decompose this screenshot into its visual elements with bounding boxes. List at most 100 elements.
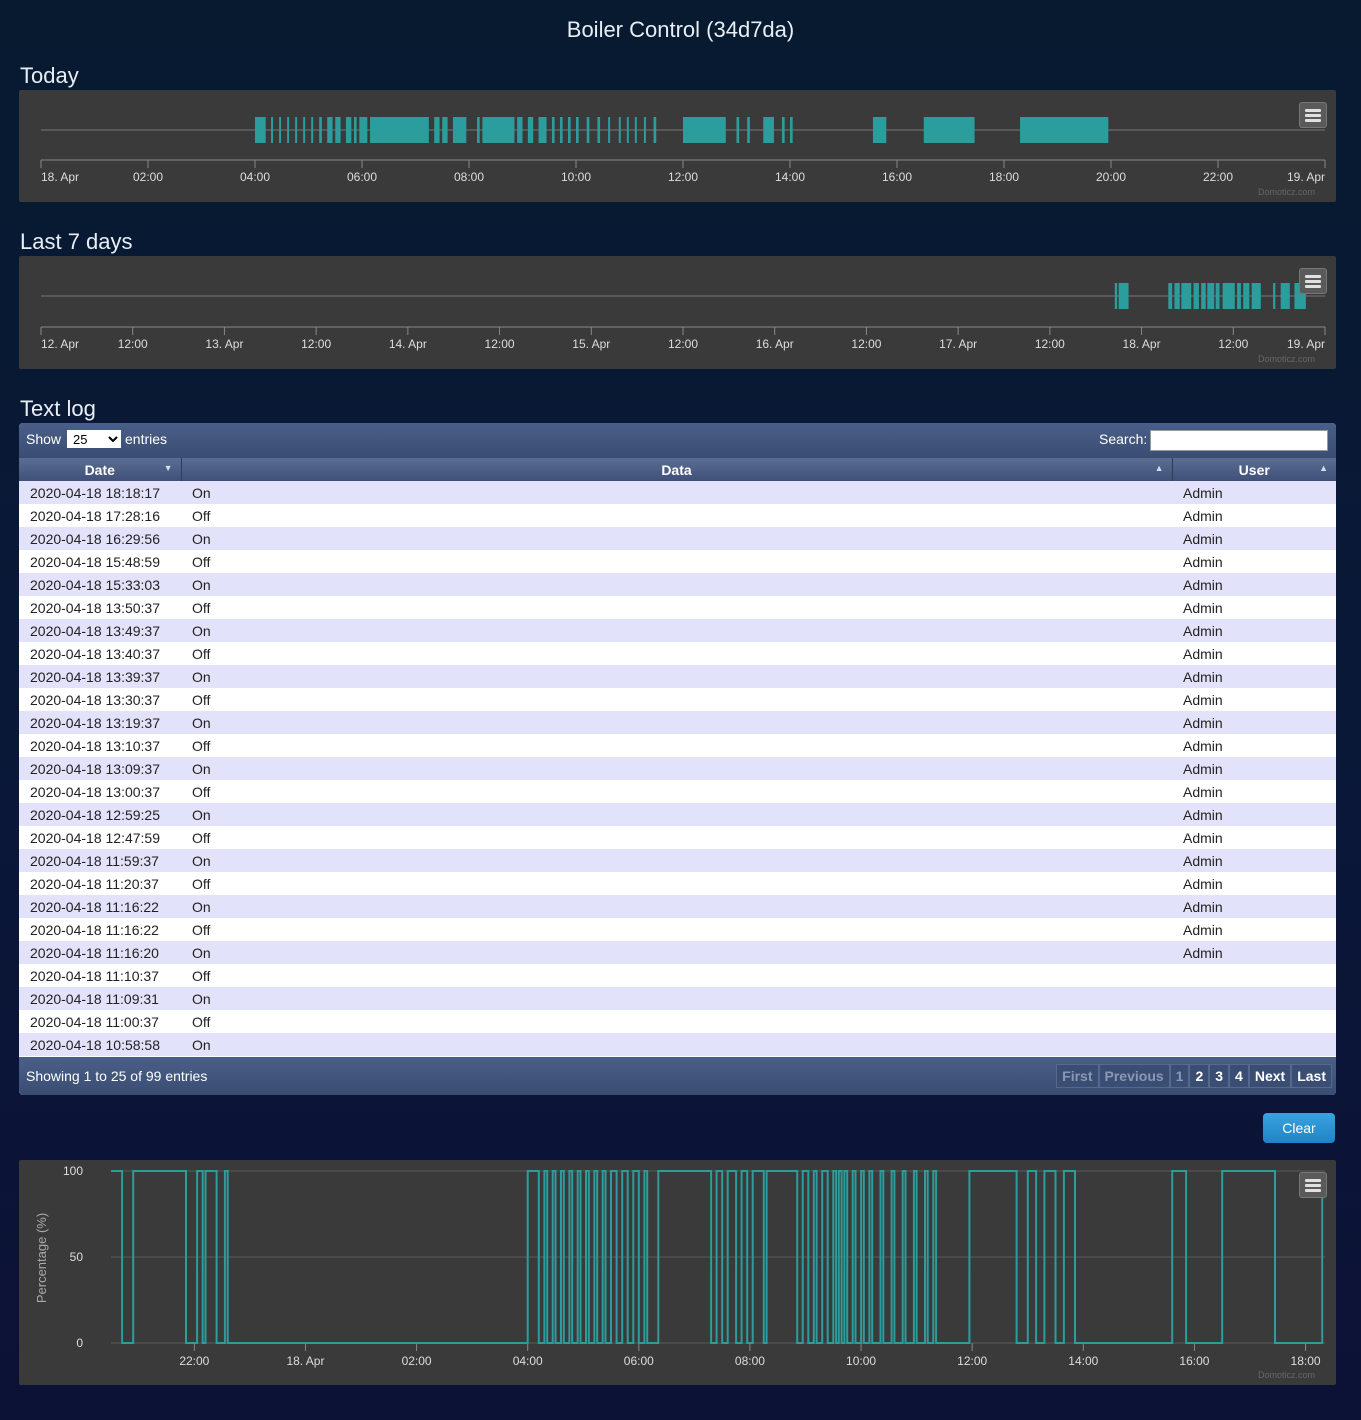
today-chart-menu-button[interactable] xyxy=(1299,102,1327,128)
cell-user: Admin xyxy=(1172,849,1336,872)
cell-date: 2020-04-18 11:16:20 xyxy=(19,941,181,964)
column-header-user[interactable]: User ▲ xyxy=(1172,458,1336,481)
hamburger-menu-icon xyxy=(1305,275,1321,278)
x-tick-label: 18. Apr xyxy=(286,1354,324,1368)
table-row: 2020-04-18 13:39:37 On Admin xyxy=(19,665,1336,688)
pager-page-4[interactable]: 4 xyxy=(1229,1064,1249,1088)
hamburger-menu-icon xyxy=(1305,280,1321,283)
entries-label: entries xyxy=(125,431,168,447)
timeline-on-bar xyxy=(1114,283,1118,309)
triangle-up-icon: ▲ xyxy=(1154,463,1164,473)
page-size-select[interactable]: 25 xyxy=(67,430,121,448)
chart-credit: Domoticz.com xyxy=(1258,187,1316,197)
x-tick-label: 06:00 xyxy=(347,170,377,184)
x-tick-label: 12:00 xyxy=(485,337,515,351)
cell-data: Off xyxy=(181,780,1172,803)
y-tick-label: 50 xyxy=(70,1250,84,1264)
cell-data: On xyxy=(181,987,1172,1010)
today-chart: 18. Apr 02:00 04:00 06:00 08:00 10:00 12:00 14:… xyxy=(19,90,1336,202)
timeline-on-bar xyxy=(618,117,621,143)
chart-credit: Domoticz.com xyxy=(1258,354,1316,364)
percentage-chart-menu-button[interactable] xyxy=(1299,1172,1327,1198)
x-tick-label: 04:00 xyxy=(513,1354,543,1368)
cell-date: 2020-04-18 11:20:37 xyxy=(19,872,181,895)
x-tick-label: 02:00 xyxy=(402,1354,432,1368)
timeline-on-bar xyxy=(586,117,590,143)
clear-button[interactable]: Clear xyxy=(1263,1113,1335,1143)
cell-date: 2020-04-18 13:49:37 xyxy=(19,619,181,642)
x-tick-label: 04:00 xyxy=(240,170,270,184)
timeline-on-bar xyxy=(1201,283,1206,309)
x-tick-label: 19. Apr xyxy=(1287,170,1325,184)
hamburger-menu-icon xyxy=(1305,1184,1321,1187)
last7-chart-menu-button[interactable] xyxy=(1299,268,1327,294)
table-row: 2020-04-18 16:29:56 On Admin xyxy=(19,527,1336,550)
cell-date: 2020-04-18 13:40:37 xyxy=(19,642,181,665)
pager-next-button[interactable]: Next xyxy=(1248,1064,1292,1088)
pager-first-button[interactable]: First xyxy=(1056,1064,1099,1088)
cell-data: On xyxy=(181,1033,1172,1056)
y-tick-label: 0 xyxy=(76,1336,83,1350)
cell-user: Admin xyxy=(1172,527,1336,550)
pager-page-1[interactable]: 1 xyxy=(1169,1064,1190,1088)
table-body: 2020-04-18 18:18:17 On Admin 2020-04-18 17:… xyxy=(19,481,1336,1056)
timeline-on-bar xyxy=(1251,283,1261,309)
cell-user: Admin xyxy=(1172,481,1336,504)
cell-data: Off xyxy=(181,596,1172,619)
timeline-on-bar xyxy=(1193,283,1199,309)
cell-data: On xyxy=(181,481,1172,504)
x-tick-label: 12:00 xyxy=(957,1354,987,1368)
pager-previous-button[interactable]: Previous xyxy=(1098,1064,1170,1088)
chart-credit: Domoticz.com xyxy=(1258,1370,1316,1380)
x-tick-label: 18:00 xyxy=(1291,1354,1321,1368)
cell-date: 2020-04-18 10:58:58 xyxy=(19,1033,181,1056)
cell-data: Off xyxy=(181,734,1172,757)
timeline-on-bar xyxy=(370,117,429,143)
cell-user: Admin xyxy=(1172,665,1336,688)
x-tick-label: 19. Apr xyxy=(1287,337,1325,351)
cell-date: 2020-04-18 11:16:22 xyxy=(19,895,181,918)
timeline-on-bar xyxy=(311,117,314,143)
pager-page-3[interactable]: 3 xyxy=(1209,1064,1230,1088)
timeline-on-bar xyxy=(872,117,887,143)
column-header-date[interactable]: Date ▼ xyxy=(19,458,182,481)
x-tick-label: 14. Apr xyxy=(389,337,427,351)
show-label: Show xyxy=(26,431,62,447)
hamburger-menu-icon xyxy=(1305,1189,1321,1192)
timeline-on-bar xyxy=(1237,283,1241,309)
timeline-on-bar xyxy=(634,117,637,143)
table-row: 2020-04-18 15:33:03 On Admin xyxy=(19,573,1336,596)
search-input[interactable] xyxy=(1150,430,1328,451)
cell-data: On xyxy=(181,895,1172,918)
section-last7-heading: Last 7 days xyxy=(20,229,133,254)
hamburger-menu-icon xyxy=(1305,109,1321,112)
table-row: 2020-04-18 12:47:59 Off Admin xyxy=(19,826,1336,849)
timeline-on-bar xyxy=(763,117,774,143)
x-tick-label: 08:00 xyxy=(735,1354,765,1368)
pager-last-button[interactable]: Last xyxy=(1291,1064,1332,1088)
table-row: 2020-04-18 11:16:22 Off Admin xyxy=(19,918,1336,941)
pager-page-2[interactable]: 2 xyxy=(1189,1064,1210,1088)
table-row: 2020-04-18 13:00:37 Off Admin xyxy=(19,780,1336,803)
table-row: 2020-04-18 11:10:37 Off xyxy=(19,964,1336,987)
column-header-data[interactable]: Data ▲ xyxy=(181,458,1173,481)
cell-date: 2020-04-18 13:30:37 xyxy=(19,688,181,711)
table-row: 2020-04-18 18:18:17 On Admin xyxy=(19,481,1336,504)
cell-user: Admin xyxy=(1172,734,1336,757)
cell-user: Admin xyxy=(1172,757,1336,780)
x-tick-label: 14:00 xyxy=(1068,1354,1098,1368)
cell-user: Admin xyxy=(1172,619,1336,642)
timeline-on-bar xyxy=(359,117,368,143)
table-footer: Showing 1 to 25 of 99 entries First Prev… xyxy=(19,1057,1336,1095)
table-row: 2020-04-18 13:19:37 On Admin xyxy=(19,711,1336,734)
timeline-on-bar xyxy=(482,117,515,143)
cell-data: On xyxy=(181,665,1172,688)
cell-date: 2020-04-18 15:48:59 xyxy=(19,550,181,573)
timeline-on-bar xyxy=(319,117,322,143)
timeline-on-bar xyxy=(1215,283,1220,309)
timeline-on-bar xyxy=(747,117,750,143)
timeline-on-bar xyxy=(1273,283,1276,309)
timeline-on-bar xyxy=(736,117,740,143)
timeline-on-bar xyxy=(353,117,357,143)
cell-user: Admin xyxy=(1172,573,1336,596)
